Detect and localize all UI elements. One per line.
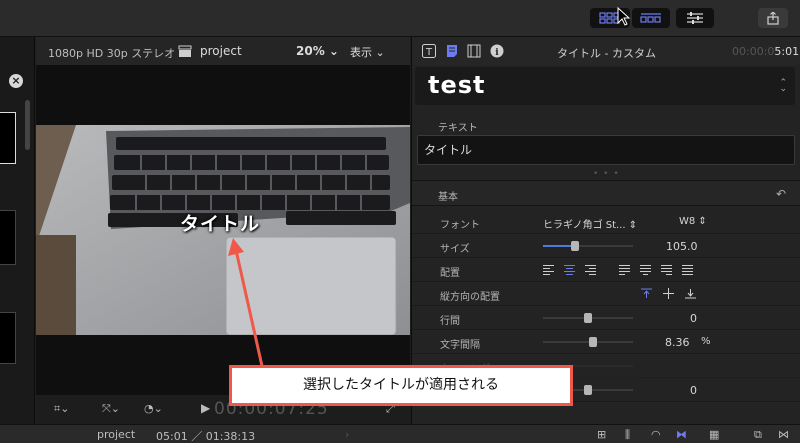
clip-overlap-icon[interactable]: ⧉ (754, 428, 762, 442)
timeline-forward-icon[interactable]: › (345, 428, 349, 441)
timeline-project-name: project (97, 428, 136, 441)
timeline-bar: project 05:01 ／ 01:38:13 › ⊞ ⫼ ◠ ⧓ ▦ ⧉ ⋈ (0, 424, 800, 443)
annotation-callout: 選択したタイトルが適用される (229, 365, 573, 406)
transitions-icon[interactable]: ⋈ (778, 428, 789, 441)
headphones-icon[interactable]: ◠ (651, 428, 661, 441)
audio-waveform-icon[interactable]: ⫼ (625, 428, 630, 442)
snapping-icon[interactable]: ⧓ (676, 428, 687, 441)
timeline-duration: 05:01 ／ 01:38:13 (156, 430, 256, 443)
clip-appearance-icon[interactable]: ⊞ (597, 428, 606, 441)
final-cut-window: × 1080p HD 30p ステレオ project 20% ⌄ 表示 ⌄ タ… (0, 0, 800, 443)
filmstrip-icon[interactable]: ▦ (709, 428, 719, 441)
